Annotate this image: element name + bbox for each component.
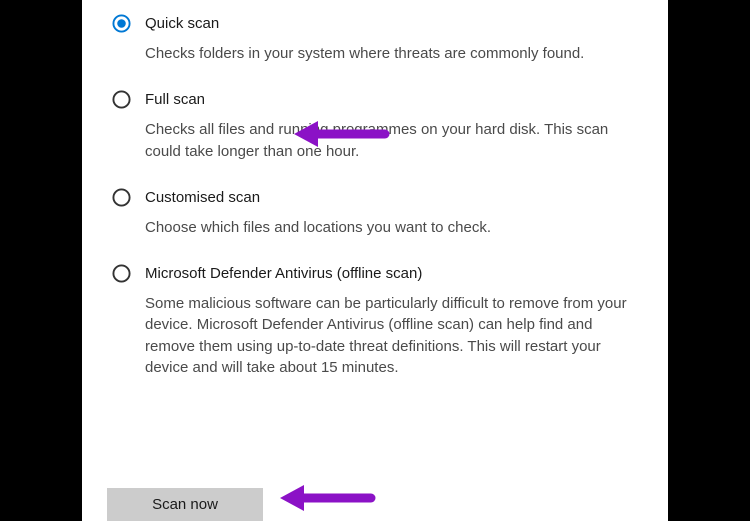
option-description: Some malicious software can be particula…	[145, 293, 644, 378]
option-offline-scan[interactable]: Microsoft Defender Antivirus (offline sc…	[82, 264, 668, 378]
option-label: Microsoft Defender Antivirus (offline sc…	[145, 265, 422, 282]
option-header: Microsoft Defender Antivirus (offline sc…	[112, 264, 644, 283]
radio-unselected-icon[interactable]	[112, 90, 131, 109]
option-header: Full scan	[112, 90, 644, 109]
option-description: Choose which files and locations you wan…	[145, 217, 644, 238]
action-row: Scan now	[107, 488, 263, 521]
radio-unselected-icon[interactable]	[112, 264, 131, 283]
option-header: Customised scan	[112, 188, 644, 207]
option-quick-scan[interactable]: Quick scan Checks folders in your system…	[82, 14, 668, 64]
option-customised-scan[interactable]: Customised scan Choose which files and l…	[82, 188, 668, 238]
scan-now-button[interactable]: Scan now	[107, 488, 263, 521]
option-label: Full scan	[145, 91, 205, 108]
option-header: Quick scan	[112, 14, 644, 33]
radio-unselected-icon[interactable]	[112, 188, 131, 207]
option-description: Checks folders in your system where thre…	[145, 43, 644, 64]
option-label: Quick scan	[145, 15, 219, 32]
option-full-scan[interactable]: Full scan Checks all files and running p…	[82, 90, 668, 162]
option-description: Checks all files and running programmes …	[145, 119, 644, 162]
radio-selected-icon[interactable]	[112, 14, 131, 33]
option-label: Customised scan	[145, 189, 260, 206]
scan-options-panel: Quick scan Checks folders in your system…	[82, 0, 668, 521]
